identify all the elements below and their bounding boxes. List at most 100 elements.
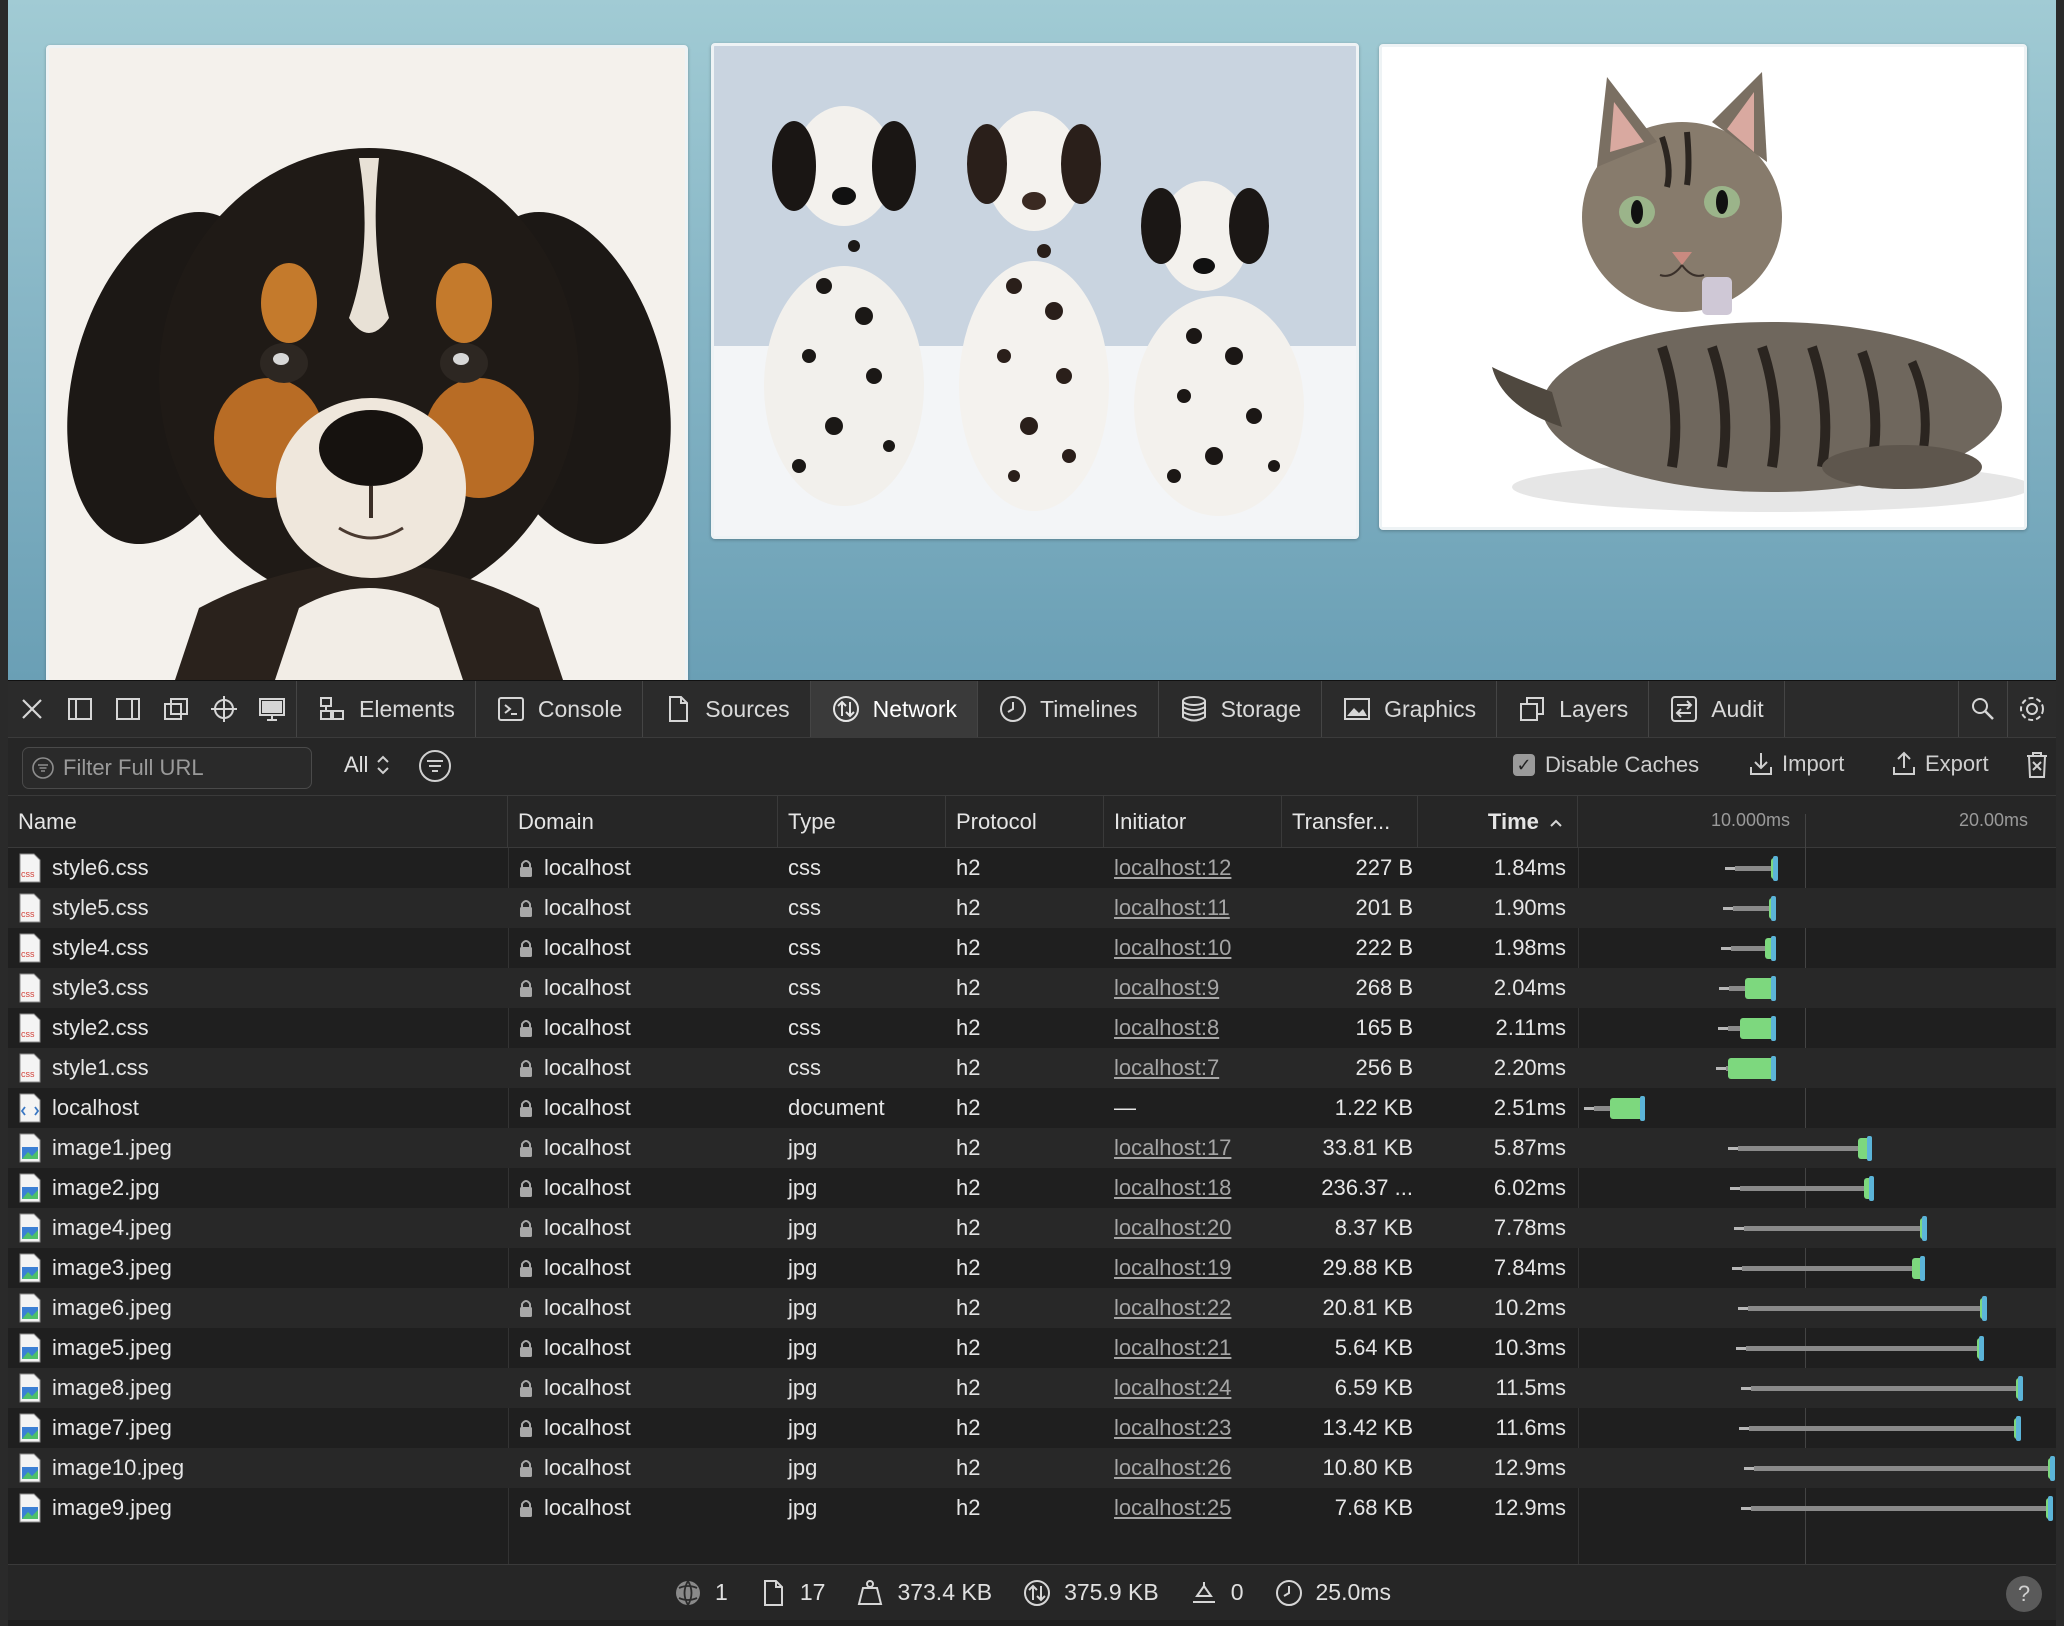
resource-initiator-link[interactable]: localhost:26 [1114, 1448, 1231, 1488]
tab-label: Audit [1711, 695, 1764, 722]
resource-initiator-link[interactable]: localhost:23 [1114, 1408, 1231, 1448]
resource-initiator-link[interactable]: localhost:7 [1114, 1048, 1219, 1088]
resource-name: css style3.css [18, 968, 149, 1008]
table-row[interactable]: image5.jpeg localhost jpg h2 localhost:21 5.6… [8, 1328, 2056, 1368]
search-icon[interactable] [1959, 681, 2007, 737]
resource-initiator-link[interactable]: localhost:8 [1114, 1008, 1219, 1048]
table-row[interactable]: css style6.css localhost css h2 localhost:12 2… [8, 848, 2056, 888]
tab-layers[interactable]: Layers [1497, 681, 1650, 737]
network-filter-bar: All ✓ Disable Caches Import Export [8, 738, 2056, 796]
table-row[interactable]: image7.jpeg localhost jpg h2 localhost:23 13.… [8, 1408, 2056, 1448]
resource-initiator-link[interactable]: localhost:9 [1114, 968, 1219, 1008]
resource-initiator-link[interactable]: localhost:12 [1114, 848, 1231, 888]
table-row[interactable]: image6.jpeg localhost jpg h2 localhost:22 20.… [8, 1288, 2056, 1328]
resource-name: image1.jpeg [18, 1128, 172, 1168]
filter-options-icon [419, 750, 451, 782]
waterfall-receive-segment[interactable] [1610, 1098, 1643, 1119]
tab-console[interactable]: Console [476, 681, 644, 737]
resource-initiator-link[interactable]: localhost:18 [1114, 1168, 1231, 1208]
filter-url-field[interactable] [22, 747, 312, 789]
close-icon[interactable] [8, 681, 56, 737]
waterfall-tick-label: 10.000ms [1711, 810, 1791, 830]
table-row[interactable]: css style3.css localhost css h2 localhost:9 26… [8, 968, 2056, 1008]
filter-options-button[interactable] [418, 749, 452, 788]
resource-initiator-link[interactable]: localhost:11 [1114, 888, 1230, 928]
resource-initiator-link[interactable]: localhost:21 [1114, 1328, 1231, 1368]
resource-protocol: h2 [956, 975, 981, 1000]
resource-name: image3.jpeg [18, 1248, 172, 1288]
waterfall-receive-segment[interactable] [1728, 1058, 1774, 1079]
resource-initiator-link[interactable]: localhost:25 [1114, 1488, 1231, 1528]
table-row[interactable]: css style2.css localhost css h2 localhost:8 16… [8, 1008, 2056, 1048]
table-row[interactable]: image9.jpeg localhost jpg h2 localhost:25 7.6… [8, 1488, 2056, 1528]
filter-url-input[interactable] [63, 755, 293, 781]
waterfall-queue-segment [1732, 1267, 1742, 1270]
lock-icon [520, 1140, 532, 1157]
column-header-type[interactable]: Type [778, 796, 946, 848]
resource-type: jpg [788, 1215, 818, 1240]
table-row[interactable]: css style5.css localhost css h2 localhost:11 2… [8, 888, 2056, 928]
resource-type: jpg [788, 1295, 818, 1320]
resource-transfer-size: 222 B [1355, 935, 1414, 960]
import-button[interactable]: Import [1748, 750, 1844, 778]
resource-domain: localhost [518, 1288, 631, 1328]
table-row[interactable]: css style1.css localhost css h2 localhost:7 25… [8, 1048, 2056, 1088]
resource-initiator-link[interactable]: localhost:20 [1114, 1208, 1231, 1248]
export-button[interactable]: Export [1891, 750, 1989, 778]
resource-initiator-link[interactable]: localhost:17 [1114, 1128, 1231, 1168]
waterfall-end-marker [2018, 1376, 2023, 1401]
cat-photo [1379, 44, 2027, 530]
disable-caches-checkbox[interactable]: ✓ [1513, 754, 1535, 776]
table-row[interactable]: image1.jpeg localhost jpg h2 localhost:17 33.… [8, 1128, 2056, 1168]
tab-storage[interactable]: Storage [1159, 681, 1323, 737]
svg-text:css: css [21, 989, 35, 999]
resource-domain: localhost [518, 1088, 631, 1128]
table-row[interactable]: css style4.css localhost css h2 localhost:10 2… [8, 928, 2056, 968]
resource-protocol: h2 [956, 1215, 981, 1240]
table-row[interactable]: image8.jpeg localhost jpg h2 localhost:24 6.5… [8, 1368, 2056, 1408]
waterfall-queue-segment [1741, 1507, 1751, 1510]
gear-icon[interactable] [2008, 681, 2056, 737]
dock-right-icon[interactable] [104, 681, 152, 737]
dock-left-icon[interactable] [56, 681, 104, 737]
table-row[interactable]: image3.jpeg localhost jpg h2 localhost:19 29.… [8, 1248, 2056, 1288]
column-header-protocol[interactable]: Protocol [946, 796, 1104, 848]
tab-network[interactable]: Network [810, 681, 978, 737]
tab-graphics[interactable]: Graphics [1322, 681, 1498, 737]
network-table: Name Domain Type Protocol Initiator Tran… [8, 796, 2056, 1564]
table-row[interactable]: localhost localhost document h2 — 1.22 KB 2.51… [8, 1088, 2056, 1128]
resource-initiator-link[interactable]: localhost:24 [1114, 1368, 1231, 1408]
column-header-time[interactable]: Time [1418, 796, 1578, 848]
tab-audit[interactable]: Audit [1649, 681, 1785, 737]
column-header-transfer[interactable]: Transfer... [1282, 796, 1418, 848]
export-label: Export [1925, 751, 1989, 776]
resource-type: css [788, 895, 821, 920]
clear-log-button[interactable] [2023, 750, 2051, 785]
tab-label: Network [872, 695, 957, 722]
inspect-element-icon[interactable] [200, 681, 248, 737]
tab-sources[interactable]: Sources [643, 681, 811, 737]
tab-timelines[interactable]: Timelines [978, 681, 1159, 737]
undock-icon[interactable] [152, 681, 200, 737]
resource-type-select[interactable]: All [344, 752, 390, 778]
waterfall-receive-segment[interactable] [1745, 978, 1774, 999]
tab-elements[interactable]: Elements [297, 681, 476, 737]
resource-initiator-link[interactable]: localhost:10 [1114, 928, 1231, 968]
resource-initiator-link[interactable]: localhost:22 [1114, 1288, 1231, 1328]
table-row[interactable]: image2.jpg localhost jpg h2 localhost:18 236.… [8, 1168, 2056, 1208]
help-button[interactable]: ? [2006, 1576, 2042, 1612]
device-settings-icon[interactable] [248, 681, 296, 737]
column-header-initiator[interactable]: Initiator [1104, 796, 1282, 848]
waterfall-receive-segment[interactable] [1740, 1018, 1774, 1039]
disable-caches-toggle[interactable]: ✓ Disable Caches [1513, 752, 1699, 778]
resource-domain: localhost [518, 1408, 631, 1448]
audit-icon [1671, 696, 1698, 722]
resource-type: jpg [788, 1375, 818, 1400]
css-file-icon: css [19, 1013, 41, 1043]
column-header-name[interactable]: Name [8, 796, 508, 848]
column-header-domain[interactable]: Domain [508, 796, 778, 848]
table-row[interactable]: image10.jpeg localhost jpg h2 localhost:26 10… [8, 1448, 2056, 1488]
filter-icon [32, 757, 54, 779]
table-row[interactable]: image4.jpeg localhost jpg h2 localhost:20 8.3… [8, 1208, 2056, 1248]
resource-initiator-link[interactable]: localhost:19 [1114, 1248, 1231, 1288]
